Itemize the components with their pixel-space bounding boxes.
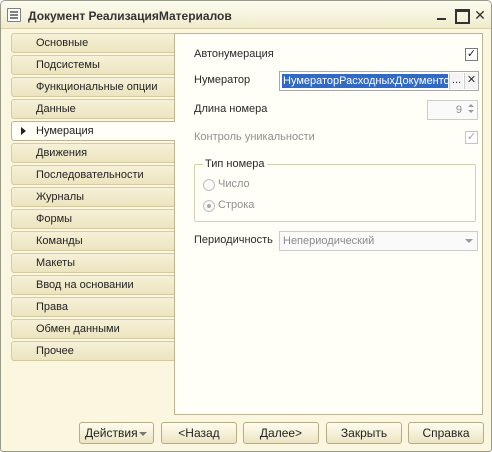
document-icon: [7, 8, 21, 22]
periodicity-value: Непериодический: [283, 235, 375, 247]
tab-label: Ввод на основании: [36, 279, 134, 291]
radio-string[interactable]: [203, 200, 215, 212]
tab-subsystems[interactable]: Подсистемы: [11, 55, 175, 75]
title-bar: Документ РеализацияМатериалов ✕: [1, 1, 491, 29]
tab-label: Нумерация: [36, 125, 94, 137]
tab-label: Данные: [36, 103, 76, 115]
close-button[interactable]: Закрыть: [326, 422, 402, 444]
uniqueness-checkbox[interactable]: ✓: [465, 131, 478, 144]
tab-templates[interactable]: Макеты: [11, 253, 175, 273]
chevron-down-icon: [139, 432, 147, 436]
chevron-down-icon[interactable]: [465, 239, 473, 243]
choose-button[interactable]: ...: [449, 73, 463, 89]
autonumbering-label: Автонумерация: [194, 48, 274, 60]
tab-label: Прочее: [36, 345, 74, 357]
tab-label: Обмен данными: [36, 323, 120, 335]
numbering-panel: Автонумерация ✓ Нумератор НумераторРасхо…: [174, 33, 483, 415]
tab-data[interactable]: Данные: [11, 99, 175, 119]
minimize-icon[interactable]: [434, 7, 450, 23]
tab-other[interactable]: Прочее: [11, 341, 175, 361]
actions-label: Действия: [85, 426, 138, 440]
stepper-arrows-icon[interactable]: [465, 102, 476, 118]
tab-label: Подсистемы: [36, 59, 100, 71]
tab-label: Формы: [36, 213, 73, 225]
periodicity-label: Периодичность: [194, 234, 273, 246]
clear-icon[interactable]: ✕: [464, 73, 478, 89]
radio-string-label: Строка: [218, 199, 255, 211]
tab-label: Основные: [36, 37, 89, 49]
tab-rights[interactable]: Права: [11, 297, 175, 317]
tab-label: Движения: [36, 147, 88, 159]
tab-label: Права: [36, 301, 68, 313]
number-type-group: Тип номера Число Строка: [194, 158, 476, 222]
tab-journals[interactable]: Журналы: [11, 187, 175, 207]
numerator-label: Нумератор: [194, 74, 251, 86]
actions-button[interactable]: Действия: [79, 422, 154, 444]
numerator-field[interactable]: НумераторРасходныхДокументов ... ✕: [279, 71, 479, 91]
tab-label: Макеты: [36, 257, 76, 269]
help-button[interactable]: Справка: [408, 422, 484, 444]
tab-numbering[interactable]: Нумерация: [11, 121, 175, 141]
section-tabs: Основные Подсистемы Функциональные опции…: [11, 33, 175, 363]
radio-number[interactable]: [203, 179, 215, 191]
length-value: 9: [455, 104, 462, 116]
tab-main[interactable]: Основные: [11, 33, 175, 53]
length-stepper[interactable]: 9: [427, 100, 478, 120]
current-tab-arrow-icon: [21, 127, 26, 135]
uniqueness-label: Контроль уникальности: [194, 131, 315, 143]
autonumbering-checkbox[interactable]: ✓: [465, 48, 478, 61]
maximize-icon[interactable]: [453, 7, 470, 24]
tab-functional-options[interactable]: Функциональные опции: [11, 77, 175, 97]
tab-label: Журналы: [36, 191, 85, 203]
number-type-title: Тип номера: [203, 158, 267, 170]
tab-forms[interactable]: Формы: [11, 209, 175, 229]
tab-input-based-on[interactable]: Ввод на основании: [11, 275, 175, 295]
close-icon[interactable]: ✕: [472, 7, 488, 23]
numerator-value: НумераторРасходныхДокументов: [282, 74, 448, 88]
tab-commands[interactable]: Команды: [11, 231, 175, 251]
periodicity-select[interactable]: Непериодический: [279, 231, 478, 251]
tab-movements[interactable]: Движения: [11, 143, 175, 163]
window-title: Документ РеализацияМатериалов: [28, 9, 232, 23]
radio-number-label: Число: [218, 178, 250, 190]
back-button[interactable]: <Назад: [161, 422, 237, 444]
tab-label: Команды: [36, 235, 83, 247]
dialog-window: Документ РеализацияМатериалов ✕ Основные…: [0, 0, 492, 452]
next-button[interactable]: Далее>: [243, 422, 319, 444]
tab-sequences[interactable]: Последовательности: [11, 165, 175, 185]
tab-label: Последовательности: [36, 169, 144, 181]
length-label: Длина номера: [194, 103, 268, 115]
tab-label: Функциональные опции: [36, 81, 158, 93]
tab-data-exchange[interactable]: Обмен данными: [11, 319, 175, 339]
